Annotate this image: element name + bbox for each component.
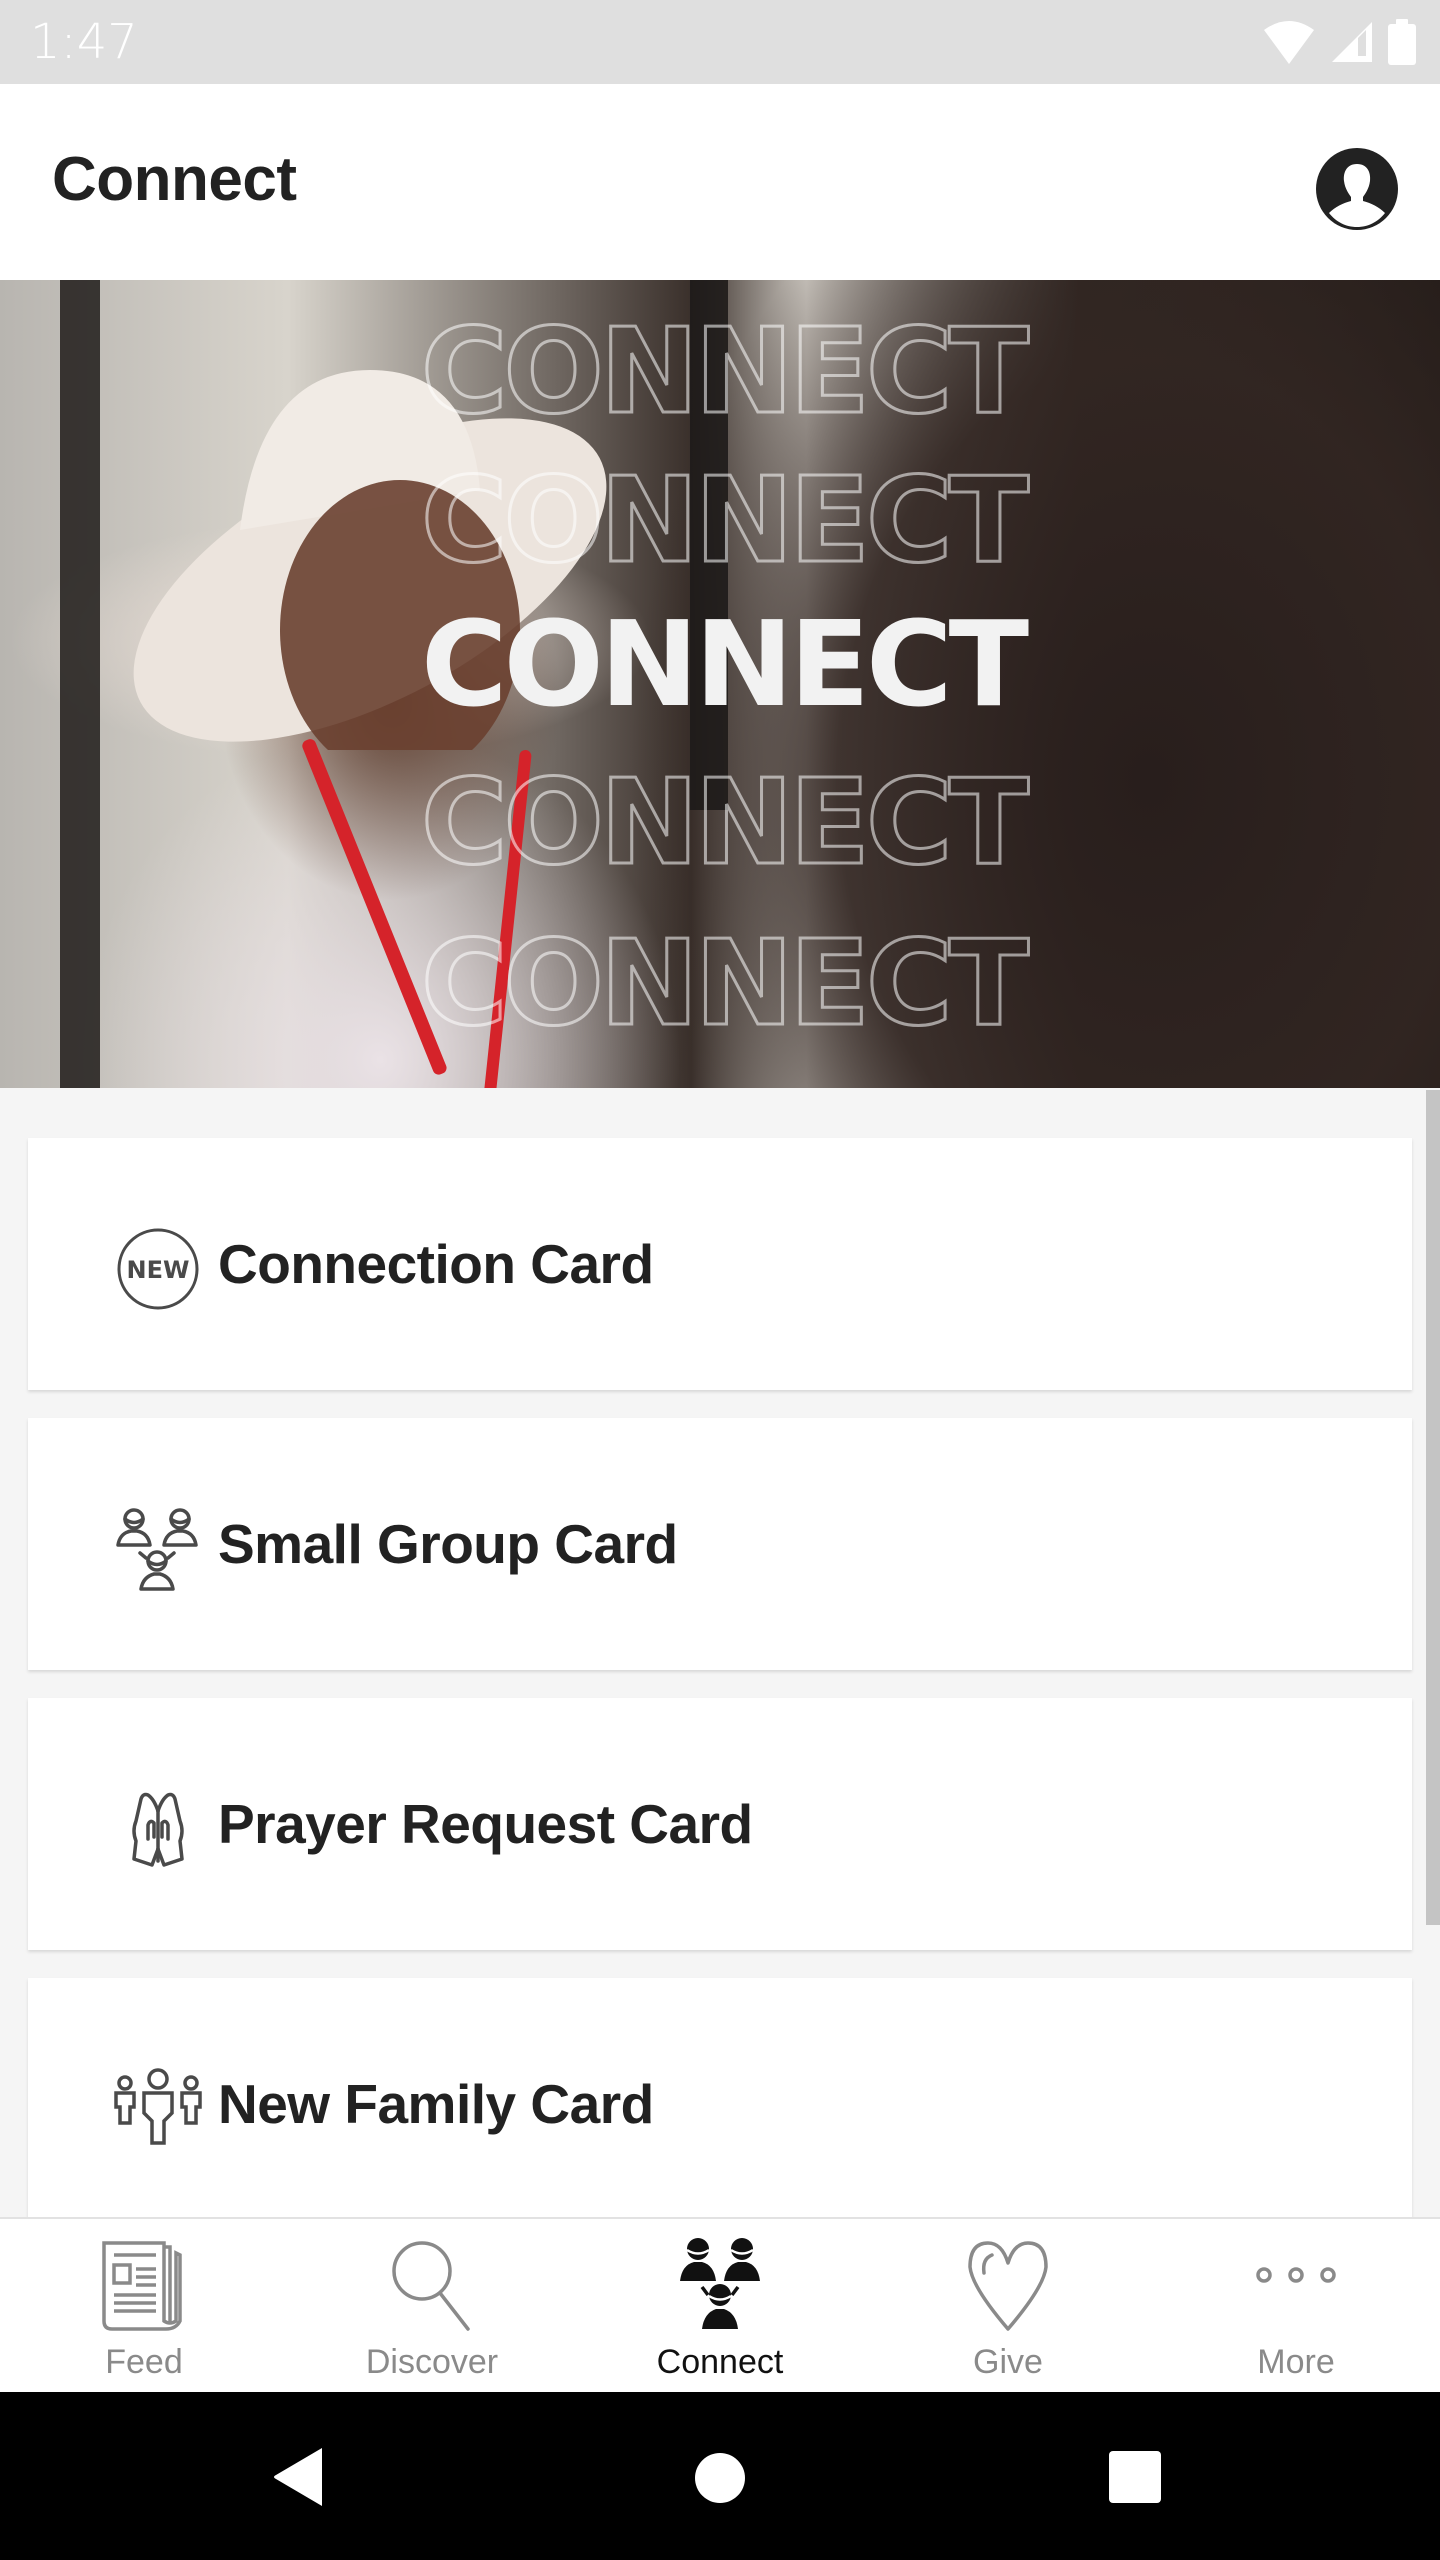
svg-text:NEW: NEW: [127, 1256, 190, 1284]
card-label: Prayer Request Card: [218, 1793, 753, 1855]
tab-discover[interactable]: Discover: [288, 2219, 576, 2392]
hero-word: CONNECT: [419, 753, 1030, 891]
list-scrollbar[interactable]: [1426, 1090, 1440, 1925]
card-label: Connection Card: [218, 1233, 654, 1295]
new-family-card-item[interactable]: New Family Card: [28, 1978, 1412, 2217]
search-icon: [392, 2241, 470, 2331]
praying-hands-icon: [132, 1792, 184, 1867]
account-circle-icon: [1316, 148, 1398, 230]
page-title: Connect: [52, 145, 297, 214]
hero-banner: CONNECT CONNECT CONNECT CONNECT CONNECT: [0, 280, 1440, 1088]
status-bar: 1:47: [0, 0, 1440, 84]
hero-word-highlighted: CONNECT: [420, 595, 1029, 733]
family-icon: [114, 2068, 202, 2145]
tab-label: Feed: [105, 2343, 183, 2381]
system-nav-bar: [0, 2392, 1440, 2560]
status-icons: [1262, 18, 1416, 66]
app-header: Connect: [0, 84, 1440, 280]
status-time: 1:47: [30, 14, 138, 70]
tab-give[interactable]: Give: [864, 2219, 1152, 2392]
home-icon[interactable]: [694, 2452, 746, 2504]
back-icon[interactable]: [272, 2446, 326, 2508]
card-list: NEW Connection Card Small Group Card Pra…: [0, 1088, 1440, 2217]
tab-label: Connect: [656, 2343, 784, 2381]
heart-icon: [968, 2241, 1048, 2331]
battery-icon: [1388, 19, 1416, 65]
tab-connect[interactable]: Connect: [576, 2219, 864, 2392]
recents-icon[interactable]: [1108, 2450, 1162, 2504]
cell-signal-icon: [1332, 22, 1372, 62]
tab-label: More: [1257, 2343, 1335, 2381]
connection-card-item[interactable]: NEW Connection Card: [28, 1138, 1412, 1390]
card-label: Small Group Card: [218, 1513, 678, 1575]
prayer-request-card-item[interactable]: Prayer Request Card: [28, 1698, 1412, 1950]
group-icon: [680, 2238, 760, 2329]
hero-word: CONNECT: [419, 302, 1030, 440]
tab-more[interactable]: More: [1152, 2219, 1440, 2392]
small-group-icon: [116, 1508, 198, 1591]
profile-button[interactable]: [1315, 147, 1399, 231]
new-badge-icon: NEW: [117, 1228, 199, 1310]
more-dots-icon: [1256, 2267, 1336, 2283]
wifi-icon: [1264, 21, 1314, 64]
newspaper-icon: [102, 2241, 182, 2331]
tab-label: Discover: [365, 2343, 499, 2381]
bottom-nav: Feed Discover Connect Give More: [0, 2217, 1440, 2392]
hero-word: CONNECT: [419, 914, 1030, 1052]
tab-label: Give: [973, 2343, 1043, 2381]
small-group-card-item[interactable]: Small Group Card: [28, 1418, 1412, 1670]
tab-feed[interactable]: Feed: [0, 2219, 288, 2392]
hero-word: CONNECT: [419, 451, 1030, 589]
card-label: New Family Card: [218, 2073, 654, 2135]
